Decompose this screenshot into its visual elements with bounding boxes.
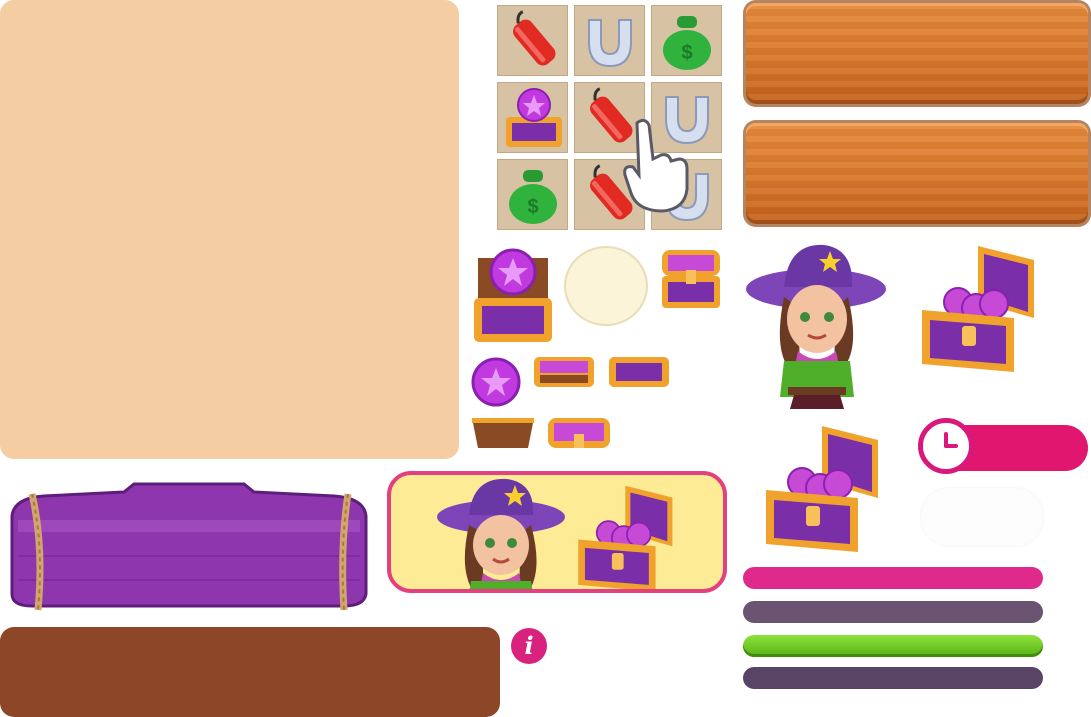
board-tile[interactable]: $ — [497, 159, 568, 230]
progress-bar-track — [743, 601, 1043, 623]
horseshoe-icon — [588, 19, 632, 68]
svg-text:$: $ — [527, 196, 538, 218]
cowgirl-character — [437, 478, 565, 589]
promo-banner[interactable] — [387, 471, 727, 593]
star-coin-icon — [471, 357, 521, 407]
treasure-chest-coin-icon — [506, 88, 562, 147]
svg-text:$: $ — [681, 42, 692, 64]
treasure-chest-open-icon — [578, 485, 673, 589]
chest-lid-open-icon — [534, 357, 594, 387]
chest-base-icon — [609, 357, 669, 387]
dynamite-icon — [513, 10, 556, 66]
treasure-chest-open-icon — [766, 426, 878, 552]
chest-inner-back-icon — [472, 418, 534, 448]
treasure-chest-open-icon — [922, 246, 1034, 372]
wood-plank-panel — [746, 123, 1088, 224]
speech-bubble — [564, 246, 648, 326]
white-pill-panel — [921, 488, 1043, 546]
peach-panel-background — [0, 0, 459, 459]
purple-wood-sign — [10, 482, 368, 611]
money-bag-icon: $ — [509, 170, 557, 224]
clock-icon — [918, 418, 974, 474]
progress-bar-track-dark — [743, 667, 1043, 689]
clock-hands — [944, 432, 958, 448]
board-tile[interactable] — [497, 5, 568, 76]
board-tile[interactable] — [574, 5, 645, 76]
treasure-chest-closed-icon — [662, 250, 720, 308]
brown-panel-background — [0, 627, 500, 717]
money-bag-icon: $ — [663, 16, 711, 70]
board-tile[interactable] — [497, 82, 568, 153]
wood-plank-panel — [746, 3, 1088, 104]
treasure-chest-coin-icon — [474, 248, 552, 342]
board-tile[interactable]: $ — [651, 5, 722, 76]
chest-lid-closed-icon — [548, 418, 610, 448]
info-button[interactable]: i — [511, 628, 547, 664]
hand-pointer-icon — [623, 118, 689, 213]
progress-bar-green — [743, 635, 1043, 657]
progress-bar-pink — [743, 567, 1043, 589]
cowgirl-character — [746, 244, 886, 409]
